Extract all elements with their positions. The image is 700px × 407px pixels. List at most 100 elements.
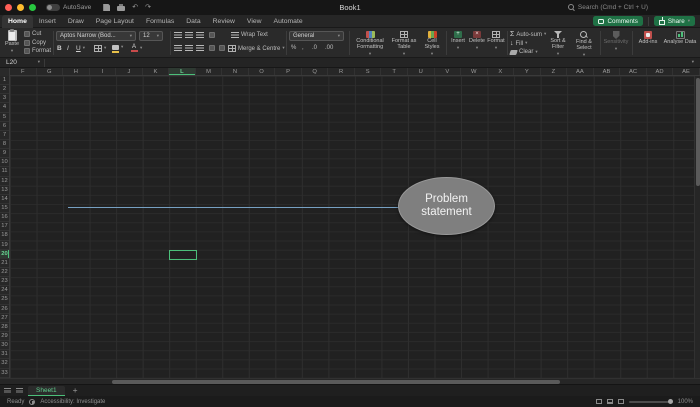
row-header-1[interactable]: 1 xyxy=(0,76,9,85)
vertical-scrollbar-thumb[interactable] xyxy=(696,78,700,186)
tab-automate[interactable]: Automate xyxy=(268,15,309,28)
align-left-button[interactable] xyxy=(174,45,182,51)
row-header-28[interactable]: 28 xyxy=(0,323,9,332)
number-format-select[interactable]: General ▾ xyxy=(289,31,344,41)
add-ins-button[interactable]: Add-ins xyxy=(635,31,661,46)
increase-indent-button[interactable] xyxy=(219,45,225,51)
row-header-19[interactable]: 19 xyxy=(0,241,9,250)
column-header-K[interactable]: K xyxy=(143,68,170,75)
wrap-text-button[interactable]: Wrap Text xyxy=(231,32,268,38)
copy-button[interactable]: Copy xyxy=(24,40,46,46)
row-header-22[interactable]: 22 xyxy=(0,268,9,277)
row-header-32[interactable]: 32 xyxy=(0,359,9,368)
ellipse-shape[interactable]: Problem statement xyxy=(398,177,495,235)
align-top-button[interactable] xyxy=(174,32,182,38)
column-header-S[interactable]: S xyxy=(355,68,382,75)
row-header-21[interactable]: 21 xyxy=(0,259,9,268)
normal-view-icon[interactable] xyxy=(596,399,602,404)
autosum-button[interactable]: Σ Auto-sum ▾ xyxy=(510,31,546,38)
column-header-F[interactable]: F xyxy=(10,68,37,75)
row-header-4[interactable]: 4 xyxy=(0,103,9,112)
sort-filter-button[interactable]: Sort & Filter ▾ xyxy=(546,31,570,56)
row-header-15[interactable]: 15 xyxy=(0,204,9,213)
font-name-select[interactable]: Aptos Narrow (Bod... ▾ xyxy=(56,31,136,41)
column-header-J[interactable]: J xyxy=(116,68,143,75)
tab-home[interactable]: Home xyxy=(2,15,33,28)
orientation-button[interactable] xyxy=(209,32,215,38)
row-header-25[interactable]: 25 xyxy=(0,295,9,304)
row-header-10[interactable]: 10 xyxy=(0,158,9,167)
row-header-5[interactable]: 5 xyxy=(0,113,9,122)
tab-review[interactable]: Review xyxy=(207,15,241,28)
row-header-26[interactable]: 26 xyxy=(0,305,9,314)
fill-color-button[interactable]: ▾ xyxy=(112,45,123,50)
column-header-I[interactable]: I xyxy=(90,68,117,75)
sheet-menu-icon[interactable] xyxy=(4,388,11,393)
merge-centre-button[interactable]: Merge & Centre ▾ xyxy=(228,45,285,52)
column-header-T[interactable]: T xyxy=(381,68,408,75)
accessibility-status[interactable]: Accessibility: Investigate xyxy=(40,399,105,405)
find-select-button[interactable]: Find & Select ▾ xyxy=(572,31,596,57)
tab-data[interactable]: Data xyxy=(180,15,206,28)
row-header-24[interactable]: 24 xyxy=(0,286,9,295)
column-header-Z[interactable]: Z xyxy=(541,68,568,75)
row-header-11[interactable]: 11 xyxy=(0,167,9,176)
column-header-Q[interactable]: Q xyxy=(302,68,329,75)
line-shape[interactable] xyxy=(68,207,400,208)
decrease-decimal-button[interactable]: .00 xyxy=(325,45,333,51)
row-header-13[interactable]: 13 xyxy=(0,186,9,195)
page-break-view-icon[interactable] xyxy=(618,399,624,404)
row-header-2[interactable]: 2 xyxy=(0,85,9,94)
column-header-P[interactable]: P xyxy=(275,68,302,75)
zoom-slider[interactable] xyxy=(629,401,673,403)
spreadsheet-grid[interactable]: Problem statement xyxy=(10,76,700,378)
sheet-tab-sheet1[interactable]: Sheet1 xyxy=(28,386,65,396)
row-header-17[interactable]: 17 xyxy=(0,222,9,231)
italic-button[interactable]: I xyxy=(67,45,69,52)
row-header-31[interactable]: 31 xyxy=(0,350,9,359)
align-middle-button[interactable] xyxy=(185,32,193,38)
column-header-AD[interactable]: AD xyxy=(647,68,674,75)
row-header-12[interactable]: 12 xyxy=(0,177,9,186)
column-header-AE[interactable]: AE xyxy=(673,68,700,75)
row-header-27[interactable]: 27 xyxy=(0,314,9,323)
tab-draw[interactable]: Draw xyxy=(62,15,90,28)
increase-decimal-button[interactable]: .0 xyxy=(312,45,317,51)
format-cells-button[interactable]: Format ▾ xyxy=(487,31,505,50)
row-header-6[interactable]: 6 xyxy=(0,122,9,131)
formula-bar-expand-icon[interactable]: ▾ xyxy=(692,60,700,65)
row-header-14[interactable]: 14 xyxy=(0,195,9,204)
save-icon[interactable] xyxy=(103,4,110,11)
row-header-29[interactable]: 29 xyxy=(0,332,9,341)
clear-button[interactable]: Clear ▾ xyxy=(510,49,538,55)
comma-style-button[interactable]: , xyxy=(302,45,304,51)
bold-button[interactable]: B xyxy=(57,45,62,52)
undo-icon[interactable]: ↶ xyxy=(132,4,138,11)
cell-styles-button[interactable]: Cell Styles ▾ xyxy=(420,31,444,56)
page-layout-view-icon[interactable] xyxy=(607,399,613,404)
align-right-button[interactable] xyxy=(196,45,204,51)
align-bottom-button[interactable] xyxy=(196,32,204,38)
column-header-U[interactable]: U xyxy=(408,68,435,75)
font-size-select[interactable]: 12 ▾ xyxy=(139,31,163,41)
column-header-Y[interactable]: Y xyxy=(514,68,541,75)
paste-button[interactable]: Paste ▾ xyxy=(2,30,22,53)
select-all-corner[interactable] xyxy=(0,68,10,76)
share-button[interactable]: Share ▾ xyxy=(654,16,695,26)
sheet-nav-icon[interactable] xyxy=(16,388,23,393)
decrease-indent-button[interactable] xyxy=(209,45,215,51)
close-window-button[interactable] xyxy=(5,4,12,11)
fill-button[interactable]: ↓ Fill ▾ xyxy=(510,40,527,47)
column-header-L[interactable]: L xyxy=(169,68,196,75)
insert-cells-button[interactable]: Insert ▾ xyxy=(449,31,467,50)
row-header-23[interactable]: 23 xyxy=(0,277,9,286)
autosave-toggle[interactable] xyxy=(46,4,60,11)
print-icon[interactable] xyxy=(117,6,125,11)
row-header-20[interactable]: 20 xyxy=(0,250,9,259)
selected-cell[interactable] xyxy=(169,250,197,260)
row-header-8[interactable]: 8 xyxy=(0,140,9,149)
add-sheet-button[interactable]: + xyxy=(70,386,81,395)
minimize-window-button[interactable] xyxy=(17,4,24,11)
search-field[interactable]: Search (Cmd + Ctrl + U) xyxy=(568,4,648,11)
row-header-30[interactable]: 30 xyxy=(0,341,9,350)
